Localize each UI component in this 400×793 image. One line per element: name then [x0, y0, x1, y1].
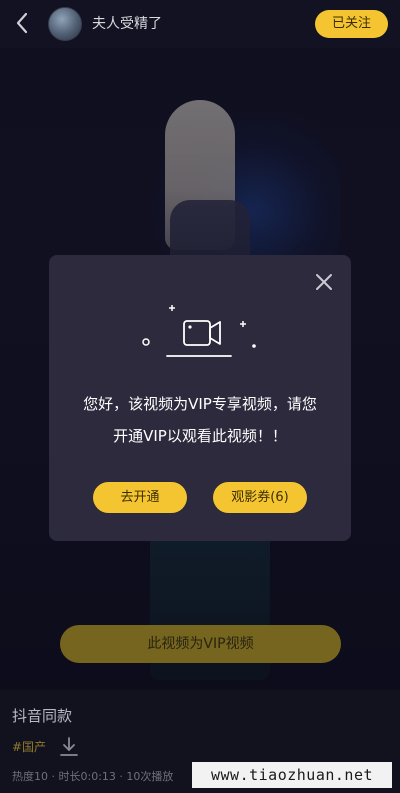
vip-banner-button[interactable]: 此视频为VIP视频 — [60, 625, 341, 663]
close-icon — [316, 274, 332, 290]
video-title: 抖音同款 — [12, 707, 73, 725]
vip-modal: 您好，该视频为VIP专享视频，请您 开通VIP以观看此视频！！ 去开通 观影券(… — [49, 255, 351, 541]
video-stats: 热度10 · 时长0:0:13 · 10次播放 — [12, 770, 174, 783]
follow-button[interactable]: 已关注 — [315, 10, 388, 38]
modal-message-line-2: 开通VIP以观看此视频！！ — [113, 427, 287, 445]
top-bar: 夫人受精了 已关注 — [0, 0, 400, 48]
chevron-left-icon — [16, 12, 28, 34]
video-tag[interactable]: #国产 — [12, 738, 46, 756]
modal-message-line-1: 您好，该视频为VIP专享视频，请您 — [83, 395, 317, 413]
open-vip-button[interactable]: 去开通 — [93, 482, 187, 513]
video-camera-icon — [142, 305, 256, 357]
username[interactable]: 夫人受精了 — [92, 14, 162, 34]
close-button[interactable] — [313, 271, 335, 293]
coupon-button[interactable]: 观影券(6) — [213, 482, 307, 513]
watermark: www.tiaozhuan.net — [192, 762, 392, 788]
back-button[interactable] — [10, 10, 34, 36]
download-icon[interactable] — [58, 736, 80, 758]
app-screen: 夫人受精了 已关注 您好，该视频为VIP专享视频，请您 开通VIP以观看此视频！… — [0, 0, 400, 793]
avatar[interactable] — [48, 7, 82, 41]
